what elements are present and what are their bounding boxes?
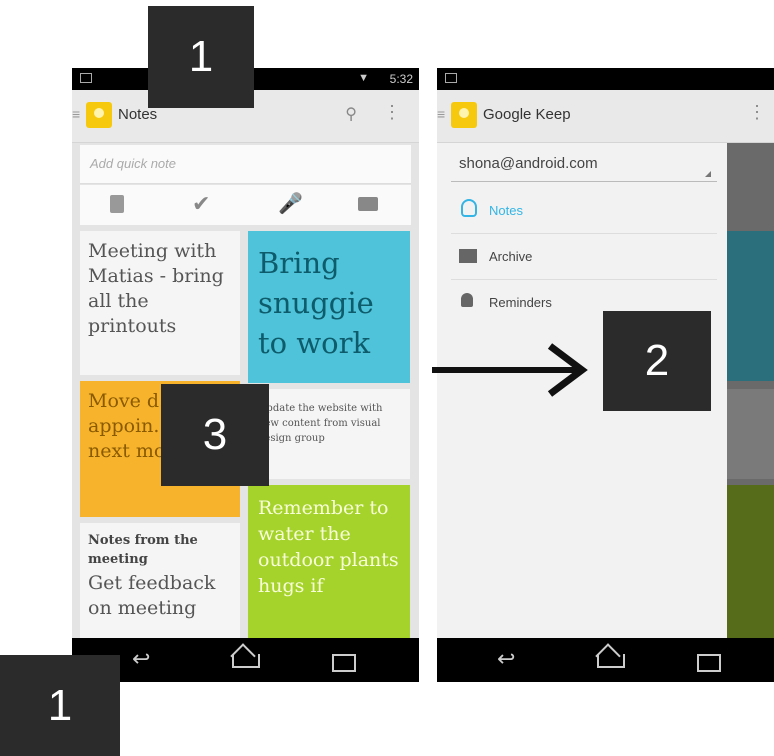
callout-label-1: 1 [148, 6, 254, 108]
bell-icon [461, 293, 473, 307]
account-email: shona@android.com [459, 155, 598, 172]
recent-apps-icon[interactable] [689, 646, 729, 674]
back-icon[interactable]: ↩ [497, 646, 537, 674]
overflow-menu-icon[interactable]: ⋮ [383, 102, 401, 123]
note-card[interactable]: Remember to water the outdoor plants hug… [248, 485, 410, 663]
drawer-item-label: Archive [489, 249, 533, 264]
dimmed-card [727, 231, 774, 381]
left-phone: ▼ 5:32 ≡ Notes ⚲ ⋮ Add quick note ✔ 🎤 Me… [72, 68, 419, 682]
callout-label-2: 2 [603, 311, 711, 411]
action-bar: ≡ Google Keep ⋮ [437, 90, 774, 143]
keep-logo-icon[interactable] [451, 102, 477, 128]
quick-note-placeholder: Add quick note [90, 156, 177, 171]
callout-label-3: 3 [161, 384, 269, 486]
note-title: Notes from the meeting [88, 533, 198, 567]
callout-label-1-bottom: 1 [0, 655, 120, 756]
note-card[interactable]: Update the website with new content from… [248, 389, 410, 479]
recent-apps-icon[interactable] [324, 646, 364, 674]
archive-icon [459, 249, 477, 263]
menu-indicator-icon: ≡ [72, 106, 81, 122]
camera-icon[interactable] [358, 197, 378, 211]
microphone-icon[interactable]: 🎤 [278, 191, 303, 216]
drawer-item-label: Notes [489, 203, 523, 218]
quick-note-input[interactable]: Add quick note [80, 145, 411, 184]
keep-logo-icon[interactable] [86, 102, 112, 128]
note-text: Get feedback on meeting [88, 572, 216, 619]
lightbulb-icon [461, 199, 477, 217]
overflow-menu-icon[interactable]: ⋮ [748, 102, 766, 123]
checkmark-icon[interactable]: ✔ [192, 191, 210, 217]
gallery-icon [80, 73, 92, 83]
drawer-item-archive[interactable]: Archive [451, 235, 717, 280]
dimmed-card [727, 389, 774, 479]
search-icon[interactable]: ⚲ [345, 104, 357, 124]
note-text: Bring snuggie to work [258, 246, 374, 360]
quick-actions: ✔ 🎤 [80, 185, 411, 225]
drawer-item-notes[interactable]: Notes [451, 189, 717, 234]
dimmed-card [727, 485, 774, 663]
arrow-icon [432, 343, 588, 397]
note-card[interactable]: Bring snuggie to work [248, 231, 410, 383]
home-icon[interactable] [224, 643, 264, 674]
account-selector[interactable]: shona@android.com [451, 143, 717, 182]
app-title: Google Keep [483, 106, 571, 123]
note-card[interactable]: Meeting with Matias - bring all the prin… [80, 231, 240, 375]
gallery-icon [445, 73, 457, 83]
home-icon[interactable] [589, 643, 629, 674]
app-title: Notes [118, 106, 158, 123]
navigation-bar: ↩ [437, 638, 774, 682]
status-bar [437, 68, 774, 90]
back-icon[interactable]: ↩ [132, 646, 172, 674]
navigation-bar: ↩ [72, 638, 419, 682]
note-text: Update the website with new content from… [258, 403, 383, 444]
note-text: Meeting with Matias - bring all the prin… [88, 240, 224, 337]
note-text: Remember to water the outdoor plants hug… [258, 497, 399, 597]
dropdown-corner-icon [705, 171, 711, 177]
menu-indicator-icon: ≡ [437, 106, 446, 122]
status-time: 5:32 [389, 72, 413, 86]
note-icon[interactable] [110, 195, 124, 213]
drawer-item-label: Reminders [489, 295, 552, 310]
wifi-icon: ▼ [358, 72, 369, 84]
